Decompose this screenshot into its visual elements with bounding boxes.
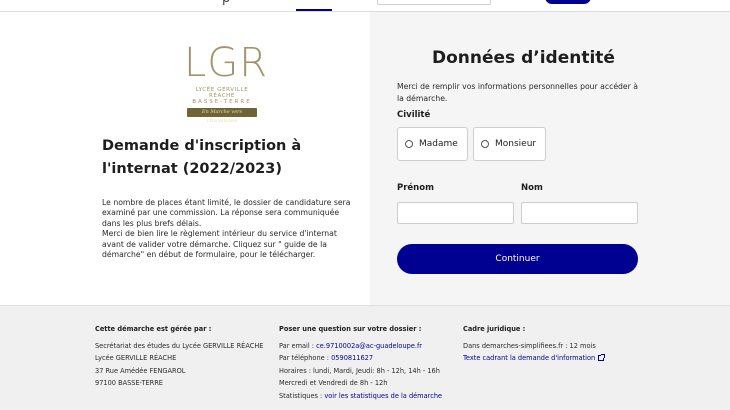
header-active-tab-indicator <box>296 9 332 11</box>
form-title: Données d’identité <box>432 48 615 68</box>
continue-button[interactable]: Continuer <box>397 244 638 274</box>
header-action-button[interactable] <box>545 0 591 4</box>
logo-name-line1: LYCÉE GERVILLE RÉACHE <box>195 87 249 99</box>
footer-line: 37 Rue Amédée FENGAROL <box>95 366 186 375</box>
description-paragraph: Merci de bien lire le règlement intérieu… <box>102 229 337 260</box>
nom-input[interactable] <box>521 202 638 224</box>
logo-name-line2: BASSE-TERRE <box>192 99 252 105</box>
legal-link-text: la demande d'information <box>509 354 596 362</box>
legal-framework-link[interactable]: Texte cadrant la demande d'information <box>463 354 595 362</box>
footer-line: Dans demarches-simplifiees.fr : 12 mois <box>463 341 596 350</box>
external-link-icon <box>598 354 606 361</box>
email-link[interactable]: ce.9710002a@ac-guadeloupe.fr <box>316 342 422 350</box>
footer-stats-line: Statistiques : voir les statistiques de … <box>279 390 459 403</box>
stats-link[interactable]: voir les statistiques de la démarche <box>324 392 442 400</box>
radio-label: Monsieur <box>495 139 537 149</box>
radio-circle-icon[interactable] <box>405 140 413 148</box>
nom-label: Nom <box>521 183 543 193</box>
footer-service-info: Cette démarche est gérée par : Secrétari… <box>95 323 275 390</box>
logo-motto: En Marche vers l'Excellence <box>187 108 257 124</box>
legal-link-prefix: Texte cadrant <box>463 354 510 362</box>
stats-label: Statistiques : <box>279 391 325 400</box>
description-paragraph: Le nombre de places étant limité, le dos… <box>102 198 351 228</box>
radio-monsieur[interactable]: Monsieur <box>473 127 546 161</box>
footer-heading: Poser une question sur votre dossier : <box>279 325 422 333</box>
demarche-title: Demande d'inscription à l'internat (2022… <box>102 138 302 177</box>
footer-phone-line: Par téléphone : 0590811627 <box>279 352 459 365</box>
radio-circle-icon[interactable] <box>481 140 489 148</box>
footer-legal-info: Cadre juridique : Dans demarches-simplif… <box>463 323 653 365</box>
footer-legal-line: Texte cadrant la demande d'information <box>463 352 653 365</box>
prenom-input[interactable] <box>397 202 514 224</box>
phone-label: Par téléphone : <box>279 354 332 362</box>
footer-line: 97100 BASSE-TERRE <box>95 379 163 387</box>
phone-link[interactable]: 0590811627 <box>331 354 373 362</box>
radio-label: Madame <box>419 139 458 149</box>
footer-heading: Cadre juridique : <box>463 325 526 333</box>
footer-line: Lycée GERVILLE RÉACHE <box>95 354 177 362</box>
footer-email-line: Par email : ce.9710002a@ac-guadeloupe.fr <box>279 340 459 353</box>
prenom-label: Prénom <box>397 183 434 193</box>
header-nav-text[interactable]: p <box>222 0 230 6</box>
footer-contact-info: Poser une question sur votre dossier : P… <box>279 323 459 402</box>
footer-hours-line: Horaires : lundi, Mardi, Jeudi: 8h - 12h… <box>279 366 440 375</box>
civilite-label: Civilité <box>397 110 431 120</box>
footer-heading: Cette démarche est gérée par : <box>95 325 212 333</box>
logo-monogram: LGR <box>184 40 269 86</box>
header-search-input[interactable] <box>377 0 491 5</box>
radio-madame[interactable]: Madame <box>397 127 468 161</box>
demarche-info-panel: LGR LYCÉE GERVILLE RÉACHE BASSE-TERRE En… <box>0 12 370 305</box>
footer-line: Secrétariat des études du Lycée GERVILLE… <box>95 341 264 350</box>
demarche-description: Le nombre de places étant limité, le dos… <box>102 198 352 260</box>
organization-logo: LGR LYCÉE GERVILLE RÉACHE BASSE-TERRE En… <box>184 40 269 124</box>
page-footer: Cette démarche est gérée par : Secrétari… <box>0 305 730 410</box>
form-intro: Merci de remplir vos informations person… <box>397 82 638 103</box>
identity-form-panel: Données d’identité Merci de remplir vos … <box>370 12 730 305</box>
footer-hours-line: Mercredi et Vendredi de 8h - 12h <box>279 379 388 387</box>
site-header: p <box>0 0 730 12</box>
email-label: Par email : <box>279 341 317 350</box>
